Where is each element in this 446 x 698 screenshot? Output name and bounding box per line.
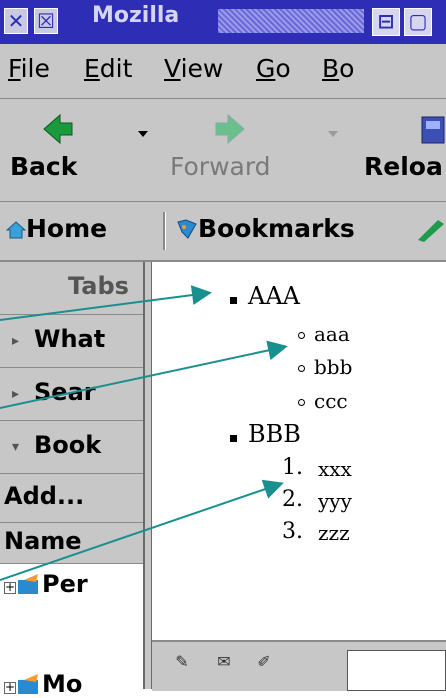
arrow-to-ordered-list xyxy=(0,479,284,581)
annotation-arrows xyxy=(0,285,288,581)
arrow-to-nested-list xyxy=(0,340,288,409)
arrow-to-unordered-list xyxy=(0,285,212,321)
